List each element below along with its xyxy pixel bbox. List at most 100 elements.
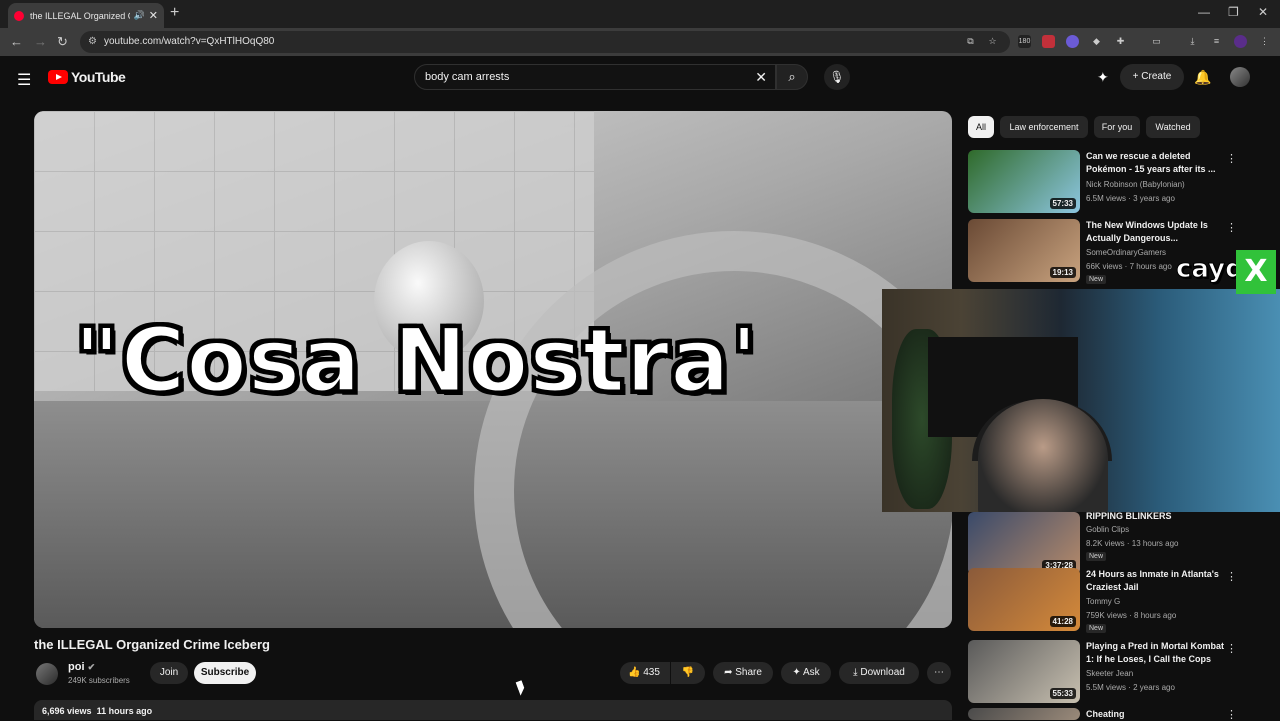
url-field[interactable]: ⚙ youtube.com/watch?v=QxHTlHOqQ80 <box>80 31 1010 53</box>
search-button[interactable]: ⌕ <box>776 64 808 90</box>
extension-badge-icon[interactable]: 180 <box>1018 35 1031 48</box>
sparkle-icon: ✦ <box>792 667 801 678</box>
new-tab-icon[interactable]: + <box>170 4 179 22</box>
address-toolbar: ← → ↻ ⚙ youtube.com/watch?v=QxHTlHOqQ80 … <box>0 28 1280 56</box>
share-label: Share <box>735 667 762 678</box>
recommendation-title[interactable]: Playing a Pred in Mortal Kombat 1: If he… <box>1086 640 1226 666</box>
recommendation-item[interactable]: 55:33 Playing a Pred in Mortal Kombat 1:… <box>968 640 1248 704</box>
notifications-bell-icon[interactable]: 🔔 <box>1194 69 1211 86</box>
recommendation-item[interactable]: 57:33 Can we rescue a deleted Pokémon - … <box>968 150 1248 214</box>
description-box[interactable]: 6,696 views 11 hours ago <box>34 700 952 720</box>
recommendation-item[interactable]: 3:37:28 RIPPING BLINKERS Goblin Clips 8.… <box>968 511 1248 576</box>
download-label: Download <box>860 667 905 678</box>
thumbs-down-icon: 👎 <box>681 667 695 678</box>
site-info-icon[interactable]: ⚙ <box>88 31 97 53</box>
webcam-streamer <box>978 399 1108 512</box>
youtube-play-icon <box>48 70 68 84</box>
channel-avatar[interactable] <box>36 663 58 685</box>
video-thumbnail[interactable] <box>968 708 1080 720</box>
speaker-icon[interactable]: 🔊 <box>134 10 145 21</box>
video-thumbnail[interactable]: 55:33 <box>968 640 1080 703</box>
close-window-icon[interactable]: ✕ <box>1258 5 1268 19</box>
subscribe-button[interactable]: Subscribe <box>194 662 256 684</box>
premium-icon[interactable]: ✦ <box>1097 69 1109 86</box>
channel-name[interactable]: poi ✔ <box>68 661 95 673</box>
cast-icon[interactable]: ⧉ <box>964 35 977 48</box>
ask-button[interactable]: ✦ Ask <box>781 662 831 684</box>
video-player[interactable]: "Cosa Nostra' <box>34 111 952 628</box>
forward-icon[interactable]: → <box>34 34 47 49</box>
browser-menu-icon[interactable]: ⋮ <box>1258 35 1271 48</box>
profile-icon[interactable] <box>1234 35 1247 48</box>
video-thumbnail[interactable]: 3:37:28 <box>968 512 1080 575</box>
new-badge: New <box>1086 275 1107 284</box>
share-icon: ➦ <box>724 667 733 678</box>
channel-name-text: poi <box>68 661 85 673</box>
chip-watched[interactable]: Watched <box>1146 116 1200 138</box>
join-button[interactable]: Join <box>150 662 188 684</box>
upload-age: 11 hours ago <box>96 706 153 716</box>
back-icon[interactable]: ← <box>10 34 23 49</box>
thumbs-up-icon: 👍 <box>628 667 641 678</box>
recommendation-meta: 66K views · 7 hours ago <box>1086 262 1172 271</box>
more-vertical-icon[interactable]: ⋮ <box>1226 570 1237 583</box>
browser-tab-title: the ILLEGAL Organized Crime Iceberg <box>30 10 130 21</box>
recommendation-title[interactable]: Can we rescue a deleted Pokémon - 15 yea… <box>1086 150 1226 176</box>
recommendation-channel[interactable]: Goblin Clips <box>1086 525 1129 534</box>
streamer-logo-x: X <box>1236 250 1276 294</box>
share-button[interactable]: ➦ Share <box>713 662 773 684</box>
close-tab-icon[interactable]: ✕ <box>149 9 158 22</box>
video-thumbnail[interactable]: 41:28 <box>968 568 1080 631</box>
more-actions-button[interactable]: ⋯ <box>927 662 951 684</box>
more-vertical-icon[interactable]: ⋮ <box>1226 152 1237 165</box>
video-title: the ILLEGAL Organized Crime Iceberg <box>34 637 270 652</box>
download-icon: ⤓ <box>853 667 858 678</box>
side-panel-icon[interactable]: ▭ <box>1150 35 1163 48</box>
recommendation-title[interactable]: Cheating <box>1086 708 1226 721</box>
mouse-cursor-icon <box>515 680 527 696</box>
search-input[interactable]: body cam arrests ✕ <box>414 64 776 90</box>
microphone-icon: 🎙 <box>829 70 845 84</box>
extension-icon[interactable] <box>1042 35 1055 48</box>
recommendation-channel[interactable]: SomeOrdinaryGamers <box>1086 248 1166 257</box>
account-avatar[interactable] <box>1230 67 1250 87</box>
bookmark-star-icon[interactable]: ☆ <box>986 35 999 48</box>
youtube-logo-text: YouTube <box>71 69 126 85</box>
video-thumbnail[interactable]: 57:33 <box>968 150 1080 213</box>
recommendation-item[interactable]: 41:28 24 Hours as Inmate in Atlanta's Cr… <box>968 568 1248 633</box>
recommendation-channel[interactable]: Tommy G <box>1086 597 1120 606</box>
hamburger-menu-icon[interactable]: ☰ <box>17 70 31 90</box>
like-button[interactable]: 👍 435 <box>620 662 670 684</box>
youtube-logo[interactable]: YouTube <box>48 69 126 85</box>
video-thumbnail[interactable]: 19:13 <box>968 219 1080 282</box>
more-vertical-icon[interactable]: ⋮ <box>1226 221 1237 234</box>
duration-badge: 41:28 <box>1049 616 1076 627</box>
downloads-icon[interactable]: ⤓ <box>1186 35 1199 48</box>
browser-tab[interactable]: the ILLEGAL Organized Crime Iceberg 🔊 ✕ <box>8 3 164 28</box>
maximize-icon[interactable]: ❐ <box>1228 5 1239 19</box>
recommendation-channel[interactable]: Nick Robinson (Babylonian) <box>1086 180 1185 189</box>
new-badge: New <box>1086 552 1107 561</box>
more-vertical-icon[interactable]: ⋮ <box>1226 642 1237 655</box>
more-vertical-icon[interactable]: ⋮ <box>1226 708 1237 721</box>
new-badge: New <box>1086 624 1107 633</box>
extension-diamond-icon[interactable]: ◆ <box>1090 35 1103 48</box>
chip-for-you[interactable]: For you <box>1094 116 1140 138</box>
dislike-button[interactable]: 👎 <box>671 662 705 684</box>
recommendation-title[interactable]: The New Windows Update Is Actually Dange… <box>1086 219 1226 245</box>
minimize-icon[interactable]: — <box>1198 5 1210 19</box>
extension-icon[interactable] <box>1066 35 1079 48</box>
chip-all[interactable]: All <box>968 116 994 138</box>
download-button[interactable]: ⤓ Download <box>839 662 919 684</box>
clear-search-icon[interactable]: ✕ <box>755 65 767 89</box>
voice-search-button[interactable]: 🎙 <box>824 64 850 90</box>
create-button[interactable]: + Create <box>1120 64 1184 90</box>
media-controls-icon[interactable]: ≡ <box>1210 35 1223 48</box>
recommendation-item[interactable]: Cheating ⋮ <box>968 708 1248 721</box>
chip-law-enforcement[interactable]: Law enforcement <box>1000 116 1088 138</box>
recommendation-channel[interactable]: Skeeter Jean <box>1086 669 1133 678</box>
reload-icon[interactable]: ↻ <box>57 34 68 50</box>
recommendation-title[interactable]: 24 Hours as Inmate in Atlanta's Craziest… <box>1086 568 1226 594</box>
subscriber-count: 249K subscribers <box>68 676 130 685</box>
extensions-puzzle-icon[interactable]: ✚ <box>1114 35 1127 48</box>
